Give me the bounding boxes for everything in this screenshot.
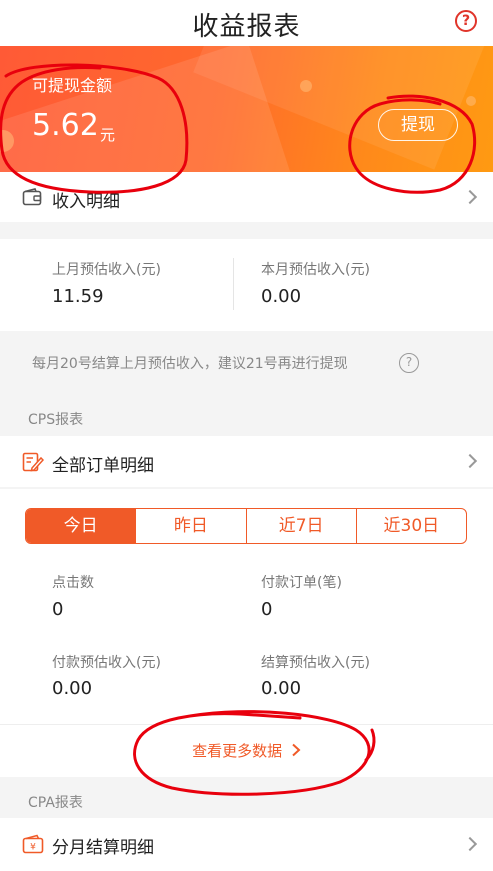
divider — [0, 724, 493, 725]
help-icon[interactable]: ? — [455, 10, 477, 32]
coin-decoration — [300, 80, 312, 92]
balance-label: 可提现金额 — [32, 76, 113, 95]
balance-amount: 5.62 — [32, 108, 99, 143]
chevron-right-icon — [292, 743, 301, 757]
chevron-right-icon — [462, 453, 478, 469]
tab-yesterday[interactable]: 昨日 — [135, 509, 245, 543]
help-icon[interactable]: ? — [399, 353, 419, 373]
paid-income-value: 0.00 — [52, 678, 93, 699]
date-range-tabs: 今日 昨日 近7日 近30日 — [25, 508, 467, 544]
all-orders-row[interactable]: 全部订单明细 — [0, 436, 493, 487]
coin-decoration — [466, 96, 476, 106]
view-more-data-link[interactable]: 查看更多数据 — [0, 740, 493, 761]
page-title: 收益报表 — [192, 12, 301, 42]
paid-orders-label: 付款订单(笔) — [261, 575, 342, 591]
estimates-card — [0, 239, 493, 331]
clicks-value: 0 — [52, 599, 64, 620]
view-more-data-label: 查看更多数据 — [192, 742, 283, 760]
settled-income-value: 0.00 — [261, 678, 302, 699]
withdraw-button[interactable]: 提现 — [378, 109, 458, 141]
chevron-right-icon — [462, 189, 478, 205]
income-detail-row[interactable]: 收入明细 — [0, 172, 493, 222]
edit-list-icon — [22, 451, 45, 477]
cpa-section-label: CPA报表 — [28, 795, 83, 811]
this-month-estimate-value: 0.00 — [261, 286, 302, 307]
top-bar: 收益报表 ? — [0, 0, 493, 46]
paid-income-label: 付款预估收入(元) — [52, 655, 161, 671]
tab-last-7-days[interactable]: 近7日 — [245, 509, 356, 543]
tab-last-30-days[interactable]: 近30日 — [355, 509, 466, 543]
chevron-right-icon — [462, 836, 478, 852]
settlement-notice: 每月20号结算上月预估收入，建议21号再进行提现 — [32, 356, 348, 372]
cps-section-label: CPS报表 — [28, 412, 84, 428]
last-month-estimate-value: 11.59 — [52, 286, 104, 307]
all-orders-label: 全部订单明细 — [52, 456, 154, 476]
clicks-label: 点击数 — [52, 575, 94, 591]
tab-today[interactable]: 今日 — [26, 509, 136, 543]
yuan-wallet-icon: ¥ — [22, 834, 44, 858]
wallet-icon — [22, 188, 42, 210]
settled-income-label: 结算预估收入(元) — [261, 655, 370, 671]
monthly-settlement-row[interactable]: ¥ 分月结算明细 — [0, 818, 493, 871]
last-month-estimate-label: 上月预估收入(元) — [52, 262, 161, 278]
divider — [233, 258, 234, 310]
svg-text:¥: ¥ — [30, 843, 36, 853]
monthly-settlement-label: 分月结算明细 — [52, 838, 154, 858]
this-month-estimate-label: 本月预估收入(元) — [261, 262, 370, 278]
balance-unit: 元 — [100, 126, 116, 144]
paid-orders-value: 0 — [261, 599, 273, 620]
balance-banner: 可提现金额 5.62 元 提现 — [0, 46, 493, 172]
income-detail-label: 收入明细 — [52, 192, 120, 212]
